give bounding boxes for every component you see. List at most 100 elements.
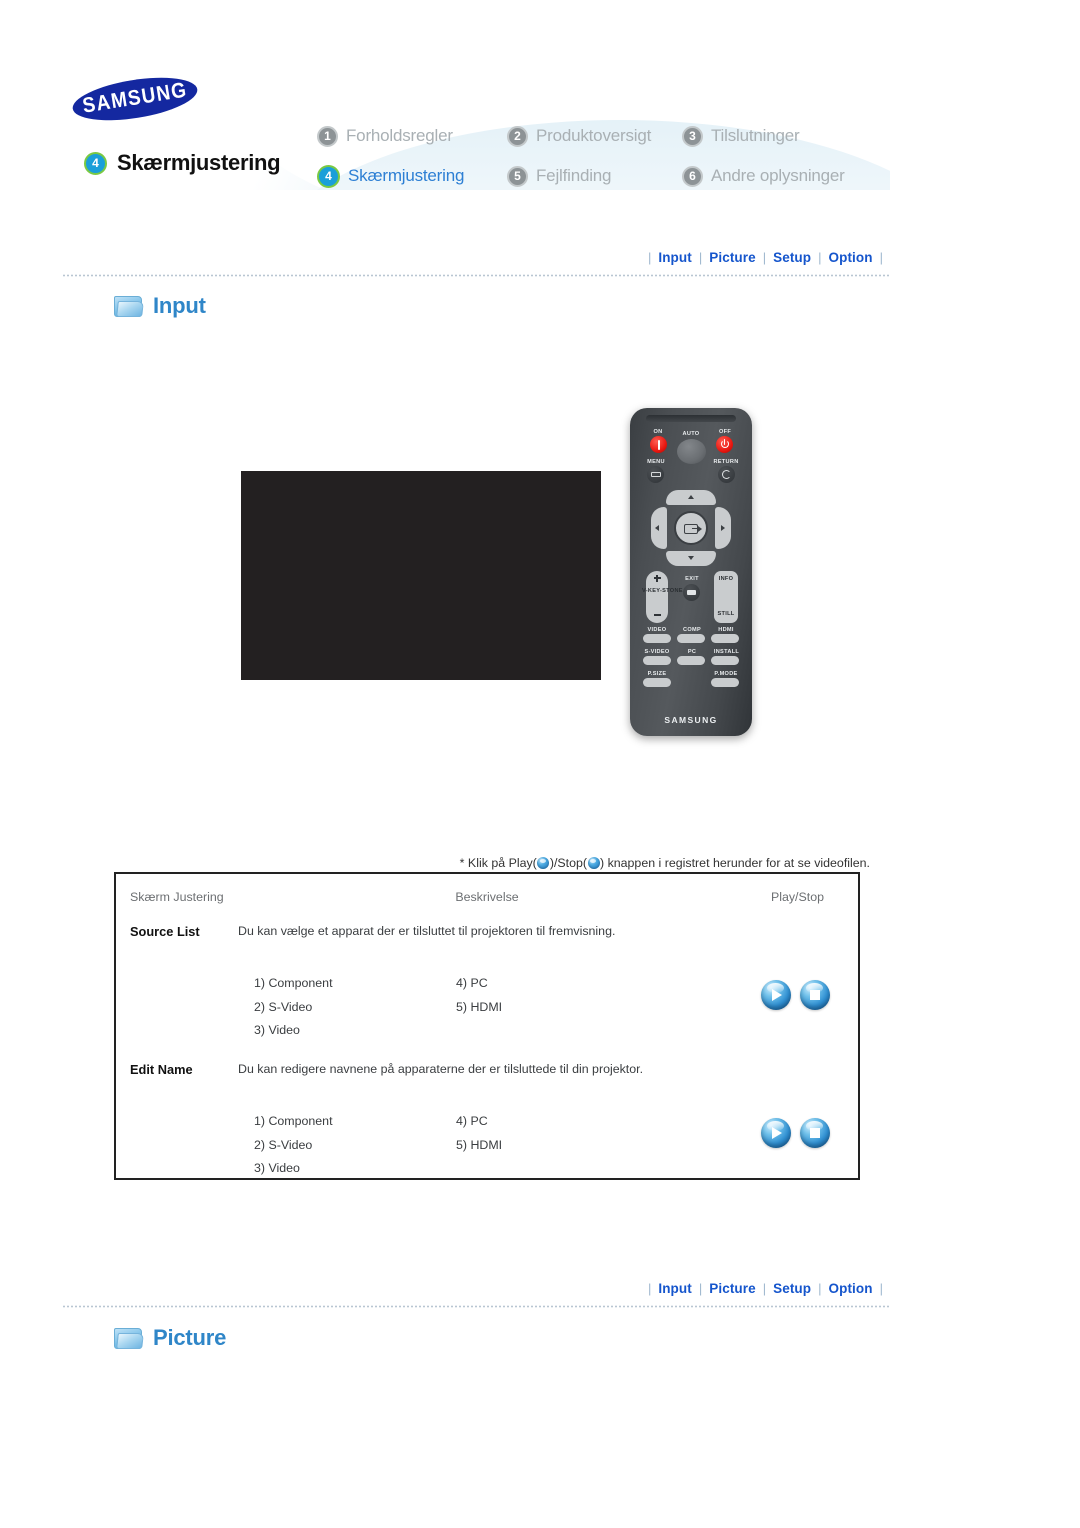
option-item: 5) HDMI: [456, 1137, 503, 1152]
header-menu-item-forholdsregler[interactable]: 1 Forholdsregler: [317, 125, 507, 147]
row-name-edit-name: Edit Name: [130, 1062, 193, 1077]
option-item: 3) Video: [254, 1161, 300, 1175]
stop-icon-inline: [587, 857, 600, 869]
remote-label-pc: PC: [687, 649, 697, 655]
remote-button-video[interactable]: [643, 634, 671, 643]
nav-separator: |: [698, 1280, 703, 1296]
header-menu-item-tilslutninger[interactable]: 3 Tilslutninger: [682, 125, 887, 147]
header-menu-item-produktoversigt[interactable]: 2 Produktoversigt: [507, 125, 682, 147]
remote-label-exit: EXIT: [685, 576, 699, 582]
remote-button-hdmi[interactable]: [711, 634, 739, 643]
remote-button-keystone[interactable]: [646, 571, 668, 623]
remote-button-left[interactable]: [651, 507, 667, 549]
option-item: 5) HDMI: [456, 999, 503, 1014]
remote-label-on: ON: [653, 429, 663, 435]
menu-badge-1: 1: [317, 125, 338, 147]
remote-label-comp: COMP: [683, 627, 701, 633]
remote-button-exit[interactable]: [683, 584, 700, 601]
remote-label-still: STILL: [717, 611, 735, 617]
nav-link-picture-bottom[interactable]: Picture: [709, 1281, 755, 1296]
option-item: 4) PC: [456, 1114, 488, 1128]
nav-link-picture[interactable]: Picture: [709, 250, 755, 265]
header-menu-item-andre-oplysninger[interactable]: 6 Andre oplysninger: [682, 165, 887, 187]
stop-button[interactable]: [800, 1118, 830, 1148]
remote-label-video: VIDEO: [647, 627, 667, 633]
remote-button-on[interactable]: [650, 436, 667, 453]
remote-button-enter-source[interactable]: [674, 511, 708, 545]
remote-button-up[interactable]: [666, 490, 716, 505]
remote-button-off[interactable]: [716, 436, 733, 453]
table-row: Edit Name Du kan redigere navnene på app…: [116, 1062, 858, 1182]
remote-brand-label: SAMSUNG: [664, 715, 718, 725]
option-item: 3) Video: [254, 1023, 300, 1037]
nav-link-input-bottom[interactable]: Input: [658, 1281, 692, 1296]
current-section-title: 4 Skærmjustering: [84, 150, 281, 176]
section-heading-picture: Picture: [114, 1325, 226, 1351]
nav-link-setup-bottom[interactable]: Setup: [773, 1281, 811, 1296]
remote-button-pc[interactable]: [677, 656, 705, 665]
remote-button-install[interactable]: [711, 656, 739, 665]
play-button[interactable]: [761, 980, 791, 1010]
remote-button-right[interactable]: [715, 507, 731, 549]
divider-dotted: [62, 1305, 890, 1308]
remote-button-down[interactable]: [666, 551, 716, 566]
nav-link-setup[interactable]: Setup: [773, 250, 811, 265]
option-item: 1) Component: [254, 976, 333, 990]
remote-button-auto[interactable]: [677, 439, 706, 464]
remote-label-hdmi: HDMI: [718, 627, 734, 633]
play-button[interactable]: [761, 1118, 791, 1148]
folder-icon: [114, 294, 144, 318]
remote-button-menu[interactable]: [647, 466, 664, 483]
menu-badge-2: 2: [507, 125, 528, 147]
video-player[interactable]: [241, 471, 601, 680]
remote-label-pmode: P.MODE: [714, 671, 738, 677]
nav-separator: |: [879, 249, 883, 265]
row-options-left-edit-name: 1) Component 2) S-Video 3) Video: [254, 1110, 333, 1181]
video-instruction-note: * Klik på Play()/Stop() knappen i regist…: [110, 856, 870, 870]
nav-separator: |: [818, 249, 822, 265]
remote-button-comp[interactable]: [677, 634, 705, 643]
nav-link-input[interactable]: Input: [658, 250, 692, 265]
nav-separator: |: [762, 1280, 767, 1296]
header-menu-item-fejlfinding[interactable]: 5 Fejlfinding: [507, 165, 682, 187]
nav-link-option[interactable]: Option: [829, 250, 873, 265]
page-header-banner: SAMSUNG 4 Skærmjustering 1 Forholdsregle…: [62, 62, 890, 190]
top-subnav: | Input | Picture | Setup | Option |: [62, 244, 890, 277]
nav-separator: |: [647, 249, 652, 265]
remote-label-install: INSTALL: [713, 649, 740, 655]
table-header-row: Skærm Justering Beskrivelse Play/Stop: [116, 874, 858, 922]
remote-label-auto: AUTO: [682, 431, 700, 437]
menu-badge-4: 4: [317, 164, 340, 188]
remote-label-keystone: V-KEY-STONE: [642, 588, 683, 594]
header-menu: 1 Forholdsregler 2 Produktoversigt 3 Til…: [317, 116, 887, 190]
table-header-play-stop: Play/Stop: [770, 890, 824, 904]
nav-link-option-bottom[interactable]: Option: [829, 1281, 873, 1296]
menu-label-6: Andre oplysninger: [711, 166, 845, 185]
section-title-text: Skærmjustering: [117, 150, 281, 175]
stop-button[interactable]: [800, 980, 830, 1010]
row-name-source-list: Source List: [130, 924, 200, 939]
remote-control-image: ON AUTO OFF MENU RETURN V-KEY-STONE EXIT…: [630, 408, 752, 736]
remote-label-svideo: S-VIDEO: [644, 649, 670, 655]
section-heading-label: Picture: [153, 1325, 227, 1350]
menu-label-4: Skærmjustering: [348, 166, 465, 185]
bottom-subnav: | Input | Picture | Setup | Option |: [62, 1275, 890, 1308]
header-menu-item-skaermjustering[interactable]: 4 Skærmjustering: [317, 164, 507, 188]
row-description-edit-name: Du kan redigere navnene på apparaterne d…: [238, 1062, 644, 1076]
remote-button-return[interactable]: [718, 466, 735, 483]
divider-dotted: [62, 274, 890, 277]
menu-label-1: Forholdsregler: [346, 126, 453, 145]
samsung-logo: SAMSUNG: [69, 70, 201, 128]
option-item: 2) S-Video: [254, 999, 313, 1014]
remote-label-return: RETURN: [713, 459, 739, 465]
nav-separator: |: [879, 1280, 883, 1296]
note-middle: )/Stop(: [549, 856, 587, 870]
remote-button-svideo[interactable]: [643, 656, 671, 665]
row-play-stop-edit-name: [761, 1118, 830, 1148]
table-header-beskrivelse: Beskrivelse: [455, 890, 519, 904]
remote-label-psize: P.SIZE: [647, 671, 667, 677]
remote-button-psize[interactable]: [643, 678, 671, 687]
remote-button-pmode[interactable]: [711, 678, 739, 687]
menu-badge-6: 6: [682, 165, 703, 187]
nav-separator: |: [818, 1280, 822, 1296]
